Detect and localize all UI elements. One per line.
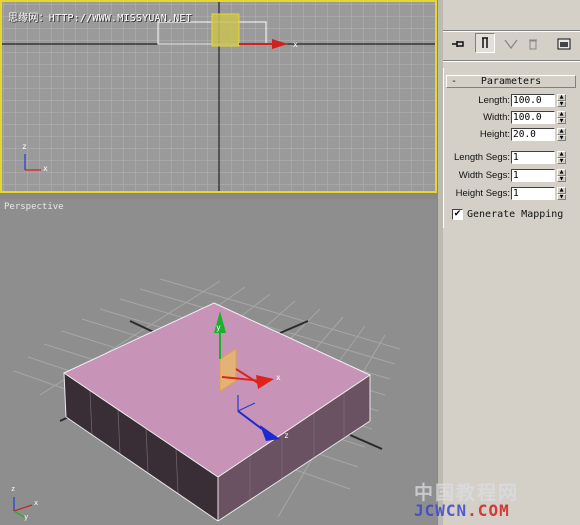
spinner-down-icon[interactable]: ▼: [557, 175, 566, 182]
front-viewport[interactable]: x z x 思缘网：HTTP://WWW.MISSYUAN.NET: [0, 0, 437, 193]
generate-mapping-checkbox[interactable]: ✔: [452, 209, 463, 220]
grid-axis-front-right: [349, 434, 383, 450]
gizmo-z-label: z: [284, 431, 289, 440]
rollout-collapse-icon[interactable]: -: [451, 76, 457, 88]
make-unique-icon[interactable]: [501, 34, 521, 54]
watermark-en-text: JCWCN.COM: [414, 501, 544, 520]
length-segs-field[interactable]: 1: [511, 151, 555, 164]
param-row-length: Length: 100.0 ▲ ▼: [443, 94, 580, 108]
height-spinner[interactable]: ▲ ▼: [557, 128, 566, 141]
move-gizmo-plane: [211, 13, 240, 47]
generate-mapping-label[interactable]: Generate Mapping: [467, 208, 563, 222]
corner-z-label: z: [11, 485, 16, 493]
param-row-height: Height: 20.0 ▲ ▼: [443, 128, 580, 142]
watermark-en-suffix: .COM: [467, 501, 510, 520]
rollout-title: Parameters: [480, 76, 542, 87]
corner-axis-y-line: [13, 510, 25, 518]
command-panel: - Parameters Length: 100.0 ▲ ▼ Width: 100…: [443, 0, 580, 525]
perspective-scene: [13, 278, 401, 522]
height-segs-field[interactable]: 1: [511, 187, 555, 200]
height-field[interactable]: 20.0: [511, 128, 555, 141]
toolbar-separator-2: [443, 60, 580, 62]
toolbar-separator: [443, 30, 580, 32]
grid-axis-back-right: [279, 320, 309, 334]
watermark-top: 思缘网：HTTP://WWW.MISSYUAN.NET: [8, 13, 192, 24]
trash-icon[interactable]: [523, 34, 543, 54]
gizmo-x-label: x: [276, 373, 281, 382]
width-spinner[interactable]: ▲ ▼: [557, 111, 566, 124]
front-gizmo-x-label: x: [293, 40, 298, 49]
param-row-length-segs: Length Segs: 1 ▲ ▼: [443, 151, 580, 165]
width-segs-field[interactable]: 1: [511, 169, 555, 182]
front-corner-z-label: z: [22, 142, 27, 151]
length-spinner[interactable]: ▲ ▼: [557, 94, 566, 107]
spinner-down-icon[interactable]: ▼: [557, 134, 566, 141]
width-segs-spinner[interactable]: ▲ ▼: [557, 169, 566, 182]
param-row-width-segs: Width Segs: 1 ▲ ▼: [443, 169, 580, 183]
spinner-down-icon[interactable]: ▼: [557, 117, 566, 124]
watermark-logo: 中国教程网 JCWCN.COM: [414, 478, 544, 520]
gizmo-y-label: y: [216, 323, 221, 332]
width-label: Width:: [483, 112, 510, 123]
configure-icon[interactable]: [554, 34, 574, 54]
height-label: Height:: [479, 129, 510, 140]
front-corner-x-label: x: [43, 164, 48, 173]
spinner-down-icon[interactable]: ▼: [557, 193, 566, 200]
show-end-result-icon[interactable]: [475, 33, 495, 53]
corner-x-label: x: [34, 499, 39, 507]
watermark-en-prefix: JCWCN: [414, 501, 468, 520]
param-row-height-segs: Height Segs: 1 ▲ ▼: [443, 187, 580, 201]
spinner-down-icon[interactable]: ▼: [557, 157, 566, 164]
width-segs-label: Width Segs:: [458, 170, 510, 181]
parameters-rollout: [443, 68, 580, 228]
param-row-width: Width: 100.0 ▲ ▼: [443, 111, 580, 125]
length-segs-label: Length Segs:: [454, 152, 510, 163]
command-panel-top: [443, 0, 580, 30]
viewport-label-perspective[interactable]: Perspective: [4, 202, 64, 212]
length-field[interactable]: 100.0: [511, 94, 555, 107]
corner-axis-x-line: [13, 504, 33, 512]
height-segs-label: Height Segs:: [455, 188, 510, 199]
height-segs-spinner[interactable]: ▲ ▼: [557, 187, 566, 200]
corner-y-label: y: [24, 513, 29, 521]
spinner-down-icon[interactable]: ▼: [557, 100, 566, 107]
perspective-viewport[interactable]: Perspective y x z z x y: [0, 199, 437, 525]
front-grid: x: [2, 2, 435, 191]
parameters-rollout-header[interactable]: - Parameters: [446, 75, 576, 88]
length-label: Length:: [478, 95, 510, 106]
length-segs-spinner[interactable]: ▲ ▼: [557, 151, 566, 164]
width-field[interactable]: 100.0: [511, 111, 555, 124]
pin-icon[interactable]: [448, 34, 468, 54]
